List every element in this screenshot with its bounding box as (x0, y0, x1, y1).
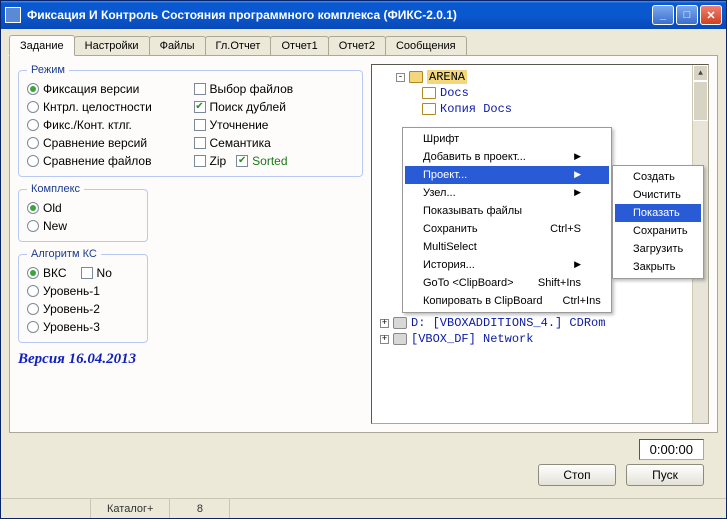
mi-copy-clipboard[interactable]: Копировать в ClipBoardCtrl+Ins (405, 292, 609, 310)
context-menu: Шрифт Добавить в проект...▶ Проект...▶ У… (402, 127, 612, 313)
submenu-arrow-icon: ▶ (574, 259, 581, 271)
tree-node-network[interactable]: + [VBOX_DF] Network (374, 331, 706, 347)
collapse-icon[interactable]: - (396, 73, 405, 82)
shortcut-label: Shift+Ins (538, 277, 581, 289)
smi-clear[interactable]: Очистить (615, 186, 701, 204)
group-mode: Режим Фиксация версии Выбор файлов Кнтрл… (18, 64, 363, 177)
radio-level-2[interactable]: Уровень-2 (27, 302, 139, 316)
scroll-thumb[interactable] (693, 81, 708, 121)
radio-level-3[interactable]: Уровень-3 (27, 320, 139, 334)
group-algo: Алгоритм КС ВКС No Уровень-1 Уровень-2 У… (18, 248, 148, 343)
check-algo-no[interactable]: No (81, 266, 112, 280)
expand-icon[interactable]: + (380, 335, 389, 344)
radio-compare-versions[interactable]: Сравнение версий (27, 136, 188, 150)
status-catalog: Каталог+ (91, 499, 170, 518)
mi-font[interactable]: Шрифт (405, 130, 609, 148)
radio-level-1[interactable]: Уровень-1 (27, 284, 139, 298)
statusbar: Каталог+ 8 (1, 498, 726, 518)
check-sorted[interactable]: Sorted (236, 154, 287, 168)
mi-show-files[interactable]: Показывать файлы (405, 202, 609, 220)
tab-report1[interactable]: Отчет1 (270, 36, 328, 55)
group-algo-title: Алгоритм КС (27, 248, 101, 260)
group-komplex-title: Комплекс (27, 183, 84, 195)
radio-fix-cont-ktlg[interactable]: Фикс./Конт. ктлг. (27, 118, 188, 132)
tab-panel-task: Режим Фиксация версии Выбор файлов Кнтрл… (9, 55, 718, 433)
radio-komplex-new[interactable]: New (27, 219, 139, 233)
check-zip[interactable]: Zip (194, 154, 227, 168)
page-icon (422, 103, 436, 115)
left-column: Режим Фиксация версии Выбор файлов Кнтрл… (18, 64, 363, 424)
mi-node[interactable]: Узел...▶ (405, 184, 609, 202)
tabstrip: Задание Настройки Файлы Гл.Отчет Отчет1 … (9, 33, 718, 55)
tab-task[interactable]: Задание (9, 35, 75, 56)
page-icon (422, 87, 436, 99)
mi-add-to-project[interactable]: Добавить в проект...▶ (405, 148, 609, 166)
radio-fix-version[interactable]: Фиксация версии (27, 82, 188, 96)
tree-view[interactable]: - ARENA Docs Копия Docs + (371, 64, 709, 424)
radio-algo-vks[interactable]: ВКС (27, 266, 67, 280)
radio-compare-files[interactable]: Сравнение файлов (27, 154, 188, 168)
maximize-button[interactable]: □ (676, 5, 698, 25)
smi-create[interactable]: Создать (615, 168, 701, 186)
radio-komplex-old[interactable]: Old (27, 201, 139, 215)
tab-messages[interactable]: Сообщения (385, 36, 467, 55)
version-label: Версия 16.04.2013 (18, 351, 363, 368)
scroll-up-icon[interactable]: ▲ (693, 65, 708, 81)
tab-settings[interactable]: Настройки (74, 36, 150, 55)
shortcut-label: Ctrl+Ins (563, 295, 601, 307)
check-choose-files[interactable]: Выбор файлов (194, 82, 355, 96)
smi-save[interactable]: Сохранить (615, 222, 701, 240)
folder-icon (409, 71, 423, 83)
mi-project[interactable]: Проект...▶ (405, 166, 609, 184)
tree-node-docs[interactable]: Docs (374, 85, 706, 101)
smi-load[interactable]: Загрузить (615, 240, 701, 258)
group-mode-title: Режим (27, 64, 69, 76)
tree-node-arena[interactable]: - ARENA (374, 69, 706, 85)
mi-goto-clipboard[interactable]: GoTo <ClipBoard>Shift+Ins (405, 274, 609, 292)
radio-integrity[interactable]: Кнтрл. целостности (27, 100, 188, 114)
check-find-dupes[interactable]: Поиск дублей (194, 100, 355, 114)
titlebar: Фиксация И Контроль Состояния программно… (1, 1, 726, 29)
tab-files[interactable]: Файлы (149, 36, 206, 55)
shortcut-label: Ctrl+S (550, 223, 581, 235)
mi-save[interactable]: СохранитьCtrl+S (405, 220, 609, 238)
close-button[interactable]: ✕ (700, 5, 722, 25)
group-komplex: Комплекс Old New (18, 183, 148, 242)
tree-node-drive-d[interactable]: + D: [VBOXADDITIONS_4.] CDRom (374, 315, 706, 331)
status-count: 8 (170, 499, 230, 518)
submenu-arrow-icon: ▶ (574, 187, 581, 199)
minimize-button[interactable]: _ (652, 5, 674, 25)
tree-node-docs-copy[interactable]: Копия Docs (374, 101, 706, 117)
smi-show[interactable]: Показать (615, 204, 701, 222)
window-buttons: _ □ ✕ (652, 5, 722, 25)
timer-display: 0:00:00 (639, 439, 704, 460)
tab-report2[interactable]: Отчет2 (328, 36, 386, 55)
check-semantics[interactable]: Семантика (194, 136, 355, 150)
tab-main-report[interactable]: Гл.Отчет (205, 36, 272, 55)
bottom-bar: 0:00:00 Стоп Пуск (9, 433, 718, 494)
window-title: Фиксация И Контроль Состояния программно… (27, 8, 652, 22)
app-icon (5, 7, 21, 23)
start-button[interactable]: Пуск (626, 464, 704, 486)
submenu-arrow-icon: ▶ (574, 169, 581, 181)
drive-icon (393, 317, 407, 329)
mi-history[interactable]: История...▶ (405, 256, 609, 274)
expand-icon[interactable]: + (380, 319, 389, 328)
status-cell-empty (1, 499, 91, 518)
client-area: Задание Настройки Файлы Гл.Отчет Отчет1 … (1, 29, 726, 498)
smi-close[interactable]: Закрыть (615, 258, 701, 276)
drive-icon (393, 333, 407, 345)
stop-button[interactable]: Стоп (538, 464, 616, 486)
mi-multiselect[interactable]: MultiSelect (405, 238, 609, 256)
app-window: Фиксация И Контроль Состояния программно… (0, 0, 727, 519)
check-refine[interactable]: Уточнение (194, 118, 355, 132)
context-submenu-project: Создать Очистить Показать Сохранить Загр… (612, 165, 704, 279)
submenu-arrow-icon: ▶ (574, 151, 581, 163)
